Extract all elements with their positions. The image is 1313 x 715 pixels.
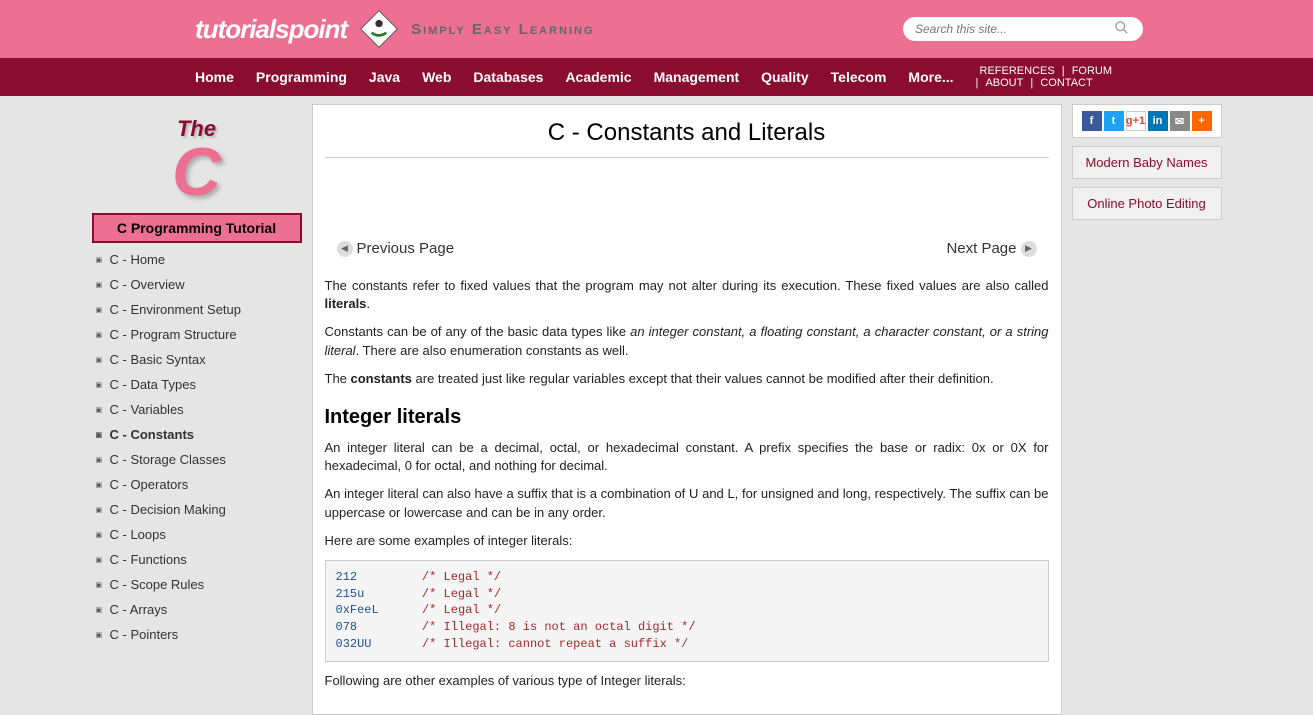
nav-web[interactable]: Web xyxy=(422,69,451,85)
sidebar: The C C Programming Tutorial C - HomeC -… xyxy=(92,104,302,715)
sidebar-item[interactable]: C - Data Types xyxy=(92,372,302,397)
sidebar-item[interactable]: C - Variables xyxy=(92,397,302,422)
sidebar-item[interactable]: C - Storage Classes xyxy=(92,447,302,472)
gplus-icon[interactable]: g+1 xyxy=(1126,111,1146,131)
nav-references[interactable]: REFERENCES xyxy=(980,65,1055,77)
search-box[interactable] xyxy=(903,17,1143,41)
search-icon[interactable] xyxy=(1115,21,1131,37)
twitter-icon[interactable]: t xyxy=(1104,111,1124,131)
nav-more[interactable]: More... xyxy=(908,69,953,85)
share-box: f t g+1 in ✉ + xyxy=(1072,104,1222,138)
nav-java[interactable]: Java xyxy=(369,69,400,85)
heading-integer-literals: Integer literals xyxy=(325,406,1049,429)
ad-photo-editing[interactable]: Online Photo Editing xyxy=(1072,187,1222,220)
search-input[interactable] xyxy=(915,22,1115,36)
sidebar-logo-c: C xyxy=(92,142,302,203)
addthis-icon[interactable]: + xyxy=(1192,111,1212,131)
prev-page-link[interactable]: ◀Previous Page xyxy=(337,240,455,257)
navbar: Home Programming Java Web Databases Acad… xyxy=(0,58,1313,96)
sidebar-item[interactable]: C - Decision Making xyxy=(92,497,302,522)
para-3: The constants are treated just like regu… xyxy=(325,370,1049,388)
code-block-1: 212 /* Legal */ 215u /* Legal */ 0xFeeL … xyxy=(325,560,1049,662)
logo-text[interactable]: tutorialspoint xyxy=(195,14,347,45)
prev-arrow-icon: ◀ xyxy=(337,241,353,257)
sidebar-item[interactable]: C - Pointers xyxy=(92,622,302,647)
facebook-icon[interactable]: f xyxy=(1082,111,1102,131)
sidebar-item[interactable]: C - Basic Syntax xyxy=(92,347,302,372)
nav-forum[interactable]: FORUM xyxy=(1072,65,1112,77)
sidebar-item[interactable]: C - Program Structure xyxy=(92,322,302,347)
ad-baby-names[interactable]: Modern Baby Names xyxy=(1072,146,1222,179)
logo-area: tutorialspoint Simply Easy Learning xyxy=(195,5,595,53)
nav-databases[interactable]: Databases xyxy=(473,69,543,85)
para-5: An integer literal can also have a suffi… xyxy=(325,485,1049,521)
next-arrow-icon: ▶ xyxy=(1021,241,1037,257)
page-nav: ◀Previous Page Next Page▶ xyxy=(325,168,1049,267)
para-7: Following are other examples of various … xyxy=(325,672,1049,690)
sidebar-item[interactable]: C - Loops xyxy=(92,522,302,547)
sidebar-item[interactable]: C - Overview xyxy=(92,272,302,297)
next-page-link[interactable]: Next Page▶ xyxy=(946,240,1036,257)
para-2: Constants can be of any of the basic dat… xyxy=(325,323,1049,359)
nav-right: REFERENCES | FORUM | ABOUT | CONTACT xyxy=(976,65,1118,89)
nav-programming[interactable]: Programming xyxy=(256,69,347,85)
sidebar-item[interactable]: C - Operators xyxy=(92,472,302,497)
sidebar-item[interactable]: C - Home xyxy=(92,247,302,272)
sidebar-item[interactable]: C - Environment Setup xyxy=(92,297,302,322)
nav-contact[interactable]: CONTACT xyxy=(1040,77,1092,89)
email-icon[interactable]: ✉ xyxy=(1170,111,1190,131)
sidebar-item[interactable]: C - Functions xyxy=(92,547,302,572)
para-6: Here are some examples of integer litera… xyxy=(325,532,1049,550)
tagline: Simply Easy Learning xyxy=(411,21,594,38)
sidebar-header: C Programming Tutorial xyxy=(92,213,302,243)
page-title: C - Constants and Literals xyxy=(325,119,1049,158)
main-content: C - Constants and Literals ◀Previous Pag… xyxy=(312,104,1062,715)
sidebar-item[interactable]: C - Arrays xyxy=(92,597,302,622)
rightbar: f t g+1 in ✉ + Modern Baby Names Online … xyxy=(1072,104,1222,715)
nav-telecom[interactable]: Telecom xyxy=(831,69,887,85)
para-1: The constants refer to fixed values that… xyxy=(325,277,1049,313)
nav-academic[interactable]: Academic xyxy=(565,69,631,85)
nav-home[interactable]: Home xyxy=(195,69,234,85)
linkedin-icon[interactable]: in xyxy=(1148,111,1168,131)
sidebar-logo: The C xyxy=(92,104,302,209)
nav-management[interactable]: Management xyxy=(654,69,740,85)
header: tutorialspoint Simply Easy Learning xyxy=(0,0,1313,58)
nav-about[interactable]: ABOUT xyxy=(985,77,1023,89)
sidebar-item[interactable]: C - Constants xyxy=(92,422,302,447)
sidebar-item[interactable]: C - Scope Rules xyxy=(92,572,302,597)
para-4: An integer literal can be a decimal, oct… xyxy=(325,439,1049,475)
nav-quality[interactable]: Quality xyxy=(761,69,808,85)
logo-icon xyxy=(355,5,403,53)
